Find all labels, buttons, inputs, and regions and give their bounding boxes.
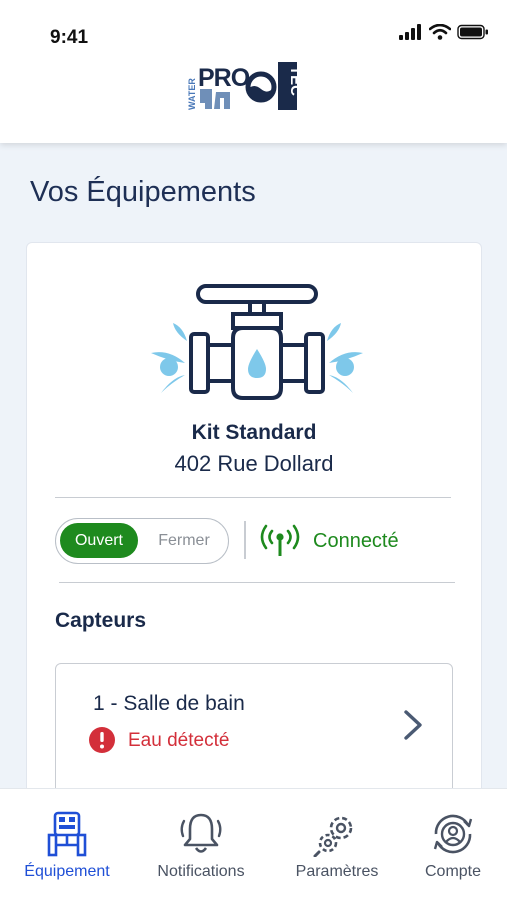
svg-text:PRO: PRO <box>198 64 250 92</box>
tab-label: Compte <box>424 863 482 880</box>
account-icon <box>433 814 473 854</box>
divider <box>55 497 451 498</box>
tab-compte[interactable]: Compte <box>390 789 507 900</box>
tab-parametres[interactable]: Paramètres <box>274 789 400 900</box>
vertical-divider <box>244 521 246 559</box>
kit-address: 402 Rue Dollard <box>174 451 334 476</box>
sensors-title: Capteurs <box>55 609 147 632</box>
sensor-status: Eau détecté <box>128 730 230 751</box>
svg-text:TEC: TEC <box>287 66 304 96</box>
sensor-name: 1 - Salle de bain <box>93 692 245 715</box>
tab-notifications[interactable]: Notifications <box>138 789 264 900</box>
connection-status: Connecté <box>313 530 399 552</box>
status-icons <box>399 24 489 40</box>
tab-label: Paramètres <box>295 863 379 880</box>
water-valve-icon <box>151 284 363 400</box>
battery-icon <box>457 24 488 40</box>
divider <box>59 582 455 583</box>
gears-icon <box>313 816 353 857</box>
cellular-signal-icon <box>399 24 421 40</box>
tab-equipement[interactable]: Équipement <box>4 789 130 900</box>
equipment-icon <box>47 811 87 857</box>
app-header: 9:41 WATER PRO TEC <box>0 0 507 143</box>
status-time: 9:41 <box>50 27 89 48</box>
equipment-card[interactable]: Kit Standard 402 Rue Dollard Ouvert Ferm… <box>26 242 482 823</box>
tab-label: Équipement <box>24 863 110 880</box>
bottom-tab-bar: Équipement Notifications Paramètres Comp… <box>0 788 507 900</box>
water-protec-logo: WATER PRO TEC <box>187 62 304 110</box>
bell-icon <box>180 813 222 853</box>
svg-text:WATER: WATER <box>187 78 197 110</box>
chevron-right-icon[interactable] <box>402 708 424 742</box>
kit-name: Kit Standard <box>191 421 317 444</box>
valve-close-option[interactable]: Fermer <box>144 523 224 558</box>
valve-open-option[interactable]: Ouvert <box>60 523 138 558</box>
valve-toggle[interactable]: Ouvert Fermer <box>55 518 229 564</box>
alert-icon <box>89 727 115 753</box>
page-title: Vos Équipements <box>30 176 256 208</box>
tab-label: Notifications <box>157 863 245 880</box>
antenna-signal-icon <box>260 524 300 556</box>
wifi-icon <box>429 24 451 40</box>
